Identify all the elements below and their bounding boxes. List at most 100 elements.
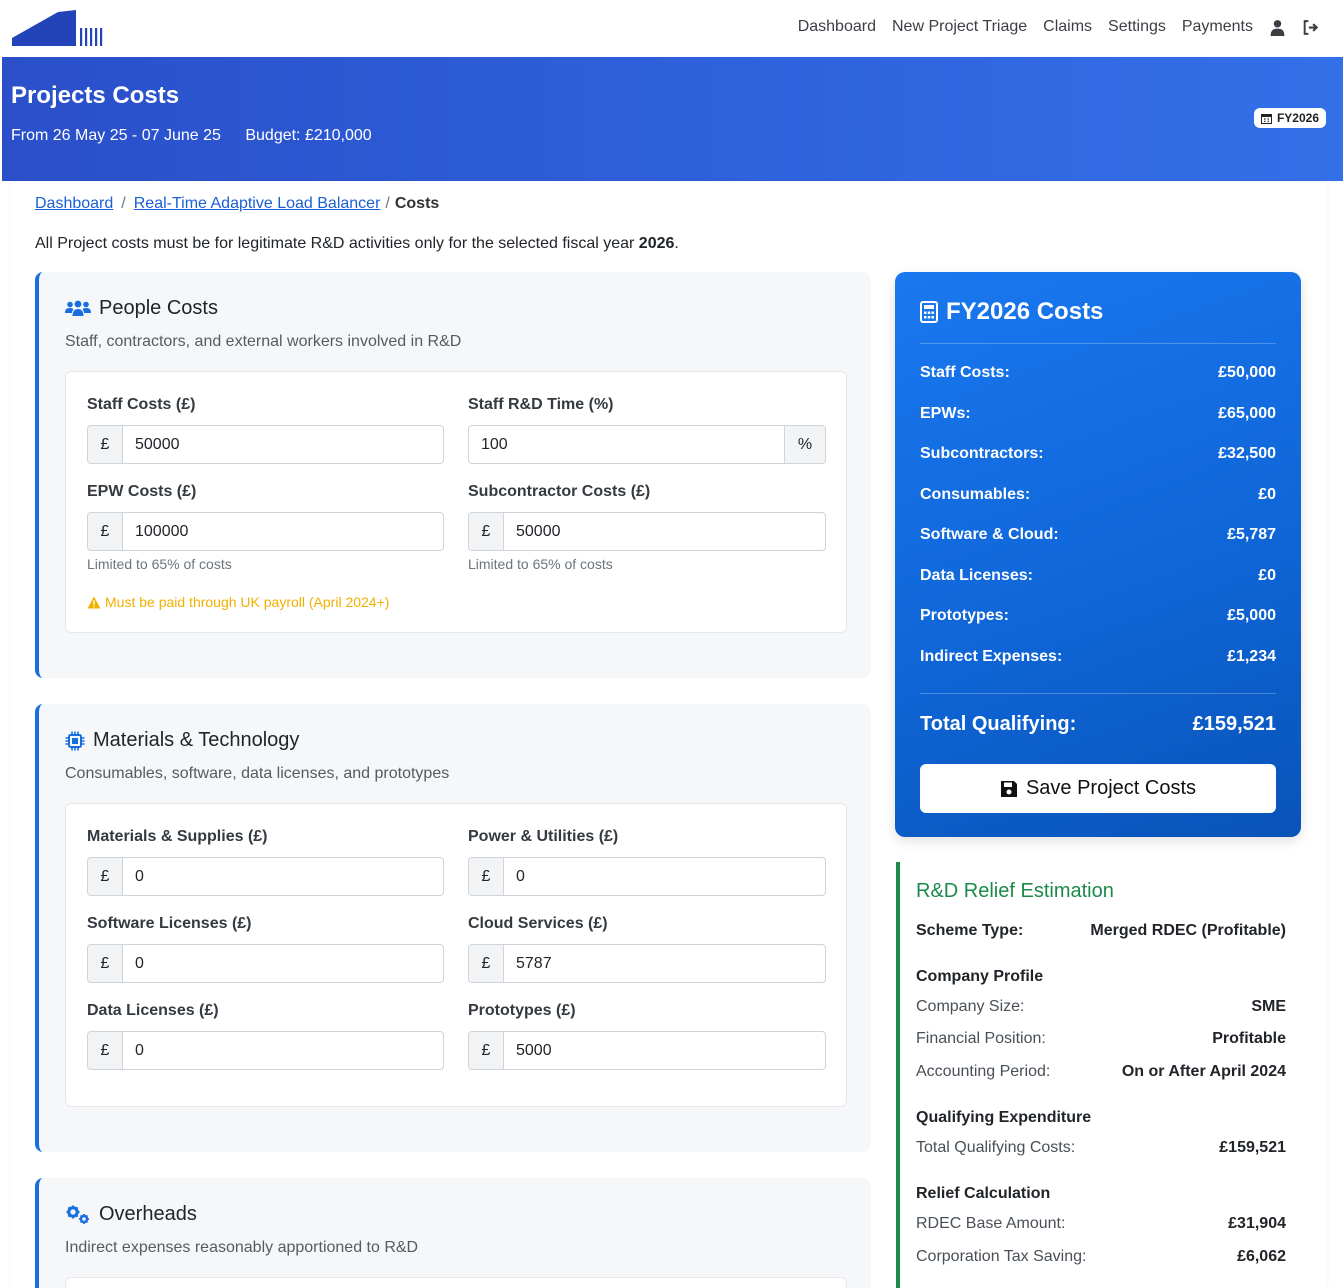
currency-addon: £ — [469, 858, 504, 895]
overheads-desc: Indirect expenses reasonably apportioned… — [65, 1239, 419, 1256]
percent-addon: % — [784, 426, 825, 463]
fy-costs-summary-panel: FY2026 Costs Staff Costs: £50,000 EPWs: £6… — [895, 272, 1301, 837]
prototypes-input[interactable] — [504, 1032, 825, 1069]
cost-label: Indirect Expenses: — [920, 648, 1063, 665]
notice-year: 2026 — [638, 235, 675, 252]
prototypes-field: £ — [468, 1031, 826, 1070]
staff-rd-time-input[interactable] — [469, 426, 784, 463]
epw-costs-field: £ — [87, 512, 444, 551]
divider — [920, 343, 1276, 344]
software-licenses-input[interactable] — [123, 945, 443, 982]
notice-text: All Project costs must be for legitimate… — [35, 235, 639, 252]
financial-position-value: Profitable — [1212, 1030, 1286, 1047]
qualifying-expenditure-heading: Qualifying Expenditure — [916, 1109, 1092, 1126]
breadcrumb-project[interactable]: Real-Time Adaptive Load Balancer — [134, 195, 381, 213]
cost-row-staff: Staff Costs: £50,000 — [920, 364, 1276, 382]
cost-value: £0 — [1258, 486, 1276, 503]
cost-value: £5,000 — [1227, 607, 1276, 624]
notice-end: . — [674, 235, 679, 252]
microchip-icon — [65, 731, 85, 750]
data-licenses-field: £ — [87, 1031, 444, 1070]
cost-value: £50,000 — [1218, 364, 1276, 381]
currency-addon: £ — [88, 426, 123, 463]
cost-label: Data Licenses: — [920, 567, 1033, 584]
cost-value: £32,500 — [1218, 445, 1276, 462]
relief-calculation-heading: Relief Calculation — [916, 1185, 1051, 1202]
nav-link-claims[interactable]: Claims — [1043, 18, 1092, 36]
corporation-tax-saving-row: Corporation Tax Saving: £6,062 — [916, 1248, 1286, 1266]
power-utilities-input[interactable] — [504, 858, 825, 895]
subcontractor-costs-label: Subcontractor Costs (£) — [468, 483, 651, 500]
nav-link-new-project-triage[interactable]: New Project Triage — [892, 18, 1027, 36]
materials-technology-title: Materials & Technology — [65, 729, 299, 752]
staff-rd-time-field: % — [468, 425, 826, 464]
cost-value: £65,000 — [1218, 405, 1276, 422]
subcontractor-costs-input[interactable] — [504, 513, 825, 550]
fiscal-year-badge: FY2026 — [1253, 108, 1326, 128]
fiscal-year-text: FY2026 — [1276, 111, 1319, 125]
save-project-costs-button[interactable]: Save Project Costs — [920, 764, 1276, 813]
cost-row-indirect-expenses: Indirect Expenses: £1,234 — [920, 648, 1276, 666]
epw-costs-input[interactable] — [123, 513, 443, 550]
financial-position-row: Financial Position: Profitable — [916, 1030, 1286, 1048]
fy-costs-title-text: FY2026 Costs — [946, 298, 1104, 325]
materials-supplies-label: Materials & Supplies (£) — [87, 828, 268, 845]
breadcrumb-separator: / — [121, 195, 126, 212]
cost-row-software-cloud: Software & Cloud: £5,787 — [920, 526, 1276, 544]
cost-row-data-licenses: Data Licenses: £0 — [920, 567, 1276, 585]
breadcrumb: Dashboard / Real-Time Adaptive Load Bala… — [35, 195, 439, 213]
materials-technology-card: Materials & Supplies (£) £ Power & Utili… — [65, 803, 847, 1107]
nav-links: Dashboard New Project Triage Claims Sett… — [782, 18, 1319, 36]
nav-link-dashboard[interactable]: Dashboard — [798, 18, 876, 36]
nav-link-settings[interactable]: Settings — [1108, 18, 1166, 36]
people-costs-title: People Costs — [65, 297, 218, 320]
fiscal-year-notice: All Project costs must be for legitimate… — [35, 235, 679, 253]
cloud-services-label: Cloud Services (£) — [468, 915, 608, 932]
rd-relief-estimation-panel: R&D Relief Estimation Scheme Type: Merged… — [896, 862, 1301, 1288]
scheme-type-row: Scheme Type: Merged RDEC (Profitable) — [916, 922, 1286, 940]
breadcrumb-current: Costs — [394, 195, 440, 212]
page-title: Projects Costs — [11, 82, 180, 109]
divider — [920, 693, 1276, 694]
cost-label: Consumables: — [920, 486, 1031, 503]
cost-label: Prototypes: — [920, 607, 1009, 624]
overheads-section: Overheads Indirect expenses reasonably a… — [35, 1178, 871, 1288]
cloud-services-field: £ — [468, 944, 826, 983]
cost-label: Staff Costs: — [920, 364, 1010, 381]
sign-out-icon[interactable] — [1302, 19, 1319, 36]
users-icon — [65, 300, 91, 316]
calculator-icon — [920, 301, 938, 323]
cost-label: EPWs: — [920, 405, 971, 422]
cost-row-subcontractors: Subcontractors: £32,500 — [920, 445, 1276, 463]
nav-link-payments[interactable]: Payments — [1182, 18, 1253, 36]
total-qualifying-label: Total Qualifying: — [920, 713, 1077, 735]
currency-addon: £ — [469, 513, 504, 550]
people-costs-desc: Staff, contractors, and external workers… — [65, 333, 462, 350]
company-size-label: Company Size: — [916, 998, 1025, 1015]
company-profile-heading: Company Profile — [916, 968, 1044, 985]
data-licenses-input[interactable] — [123, 1032, 443, 1069]
people-costs-section: People Costs Staff, contractors, and ext… — [35, 272, 871, 678]
total-qualifying-value: £159,521 — [1192, 713, 1276, 735]
software-licenses-field: £ — [87, 944, 444, 983]
date-range: From 26 May 25 - 07 June 25 — [11, 127, 221, 144]
cloud-services-input[interactable] — [504, 945, 825, 982]
cost-label: Subcontractors: — [920, 445, 1044, 462]
cost-row-prototypes: Prototypes: £5,000 — [920, 607, 1276, 625]
staff-rd-time-label: Staff R&D Time (%) — [468, 396, 614, 413]
scheme-type-value: Merged RDEC (Profitable) — [1090, 922, 1286, 939]
cost-value: £5,787 — [1227, 526, 1276, 543]
rdec-base-amount-label: RDEC Base Amount: — [916, 1215, 1066, 1232]
user-icon[interactable] — [1269, 19, 1286, 36]
staff-costs-input[interactable] — [123, 426, 443, 463]
project-meta: From 26 May 25 - 07 June 25 Budget: £210… — [11, 127, 392, 145]
save-project-costs-label: Save Project Costs — [1025, 777, 1197, 799]
currency-addon: £ — [88, 945, 123, 982]
power-utilities-field: £ — [468, 857, 826, 896]
materials-supplies-input[interactable] — [123, 858, 443, 895]
breadcrumb-dashboard[interactable]: Dashboard — [35, 195, 113, 213]
currency-addon: £ — [469, 945, 504, 982]
cost-value: £0 — [1258, 567, 1276, 584]
company-logo[interactable] — [12, 8, 104, 48]
warning-icon — [87, 596, 101, 608]
